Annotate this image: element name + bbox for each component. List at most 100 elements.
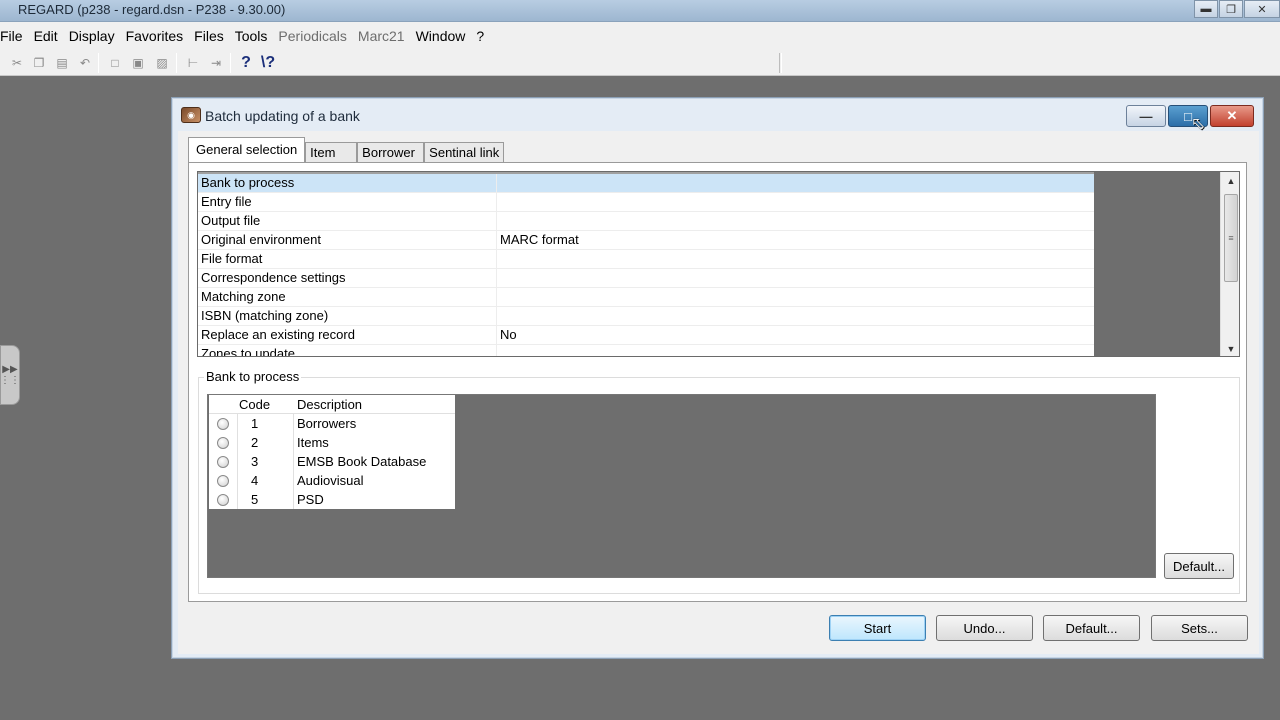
property-row[interactable]: Entry file — [198, 193, 1094, 212]
scroll-down-icon[interactable]: ▼ — [1221, 340, 1239, 356]
tab-item[interactable]: Item — [305, 142, 358, 162]
minimize-icon: ▬ — [1200, 3, 1212, 15]
tab-borrower[interactable]: Borrower — [357, 142, 425, 162]
row-code: 5 — [251, 492, 259, 507]
minimize-icon: — — [1139, 108, 1153, 124]
expand-icon: ▶▶ — [2, 364, 18, 375]
menu-display[interactable]: Display — [69, 28, 121, 44]
context-help-icon[interactable]: \? — [259, 54, 277, 72]
property-grid-scrollbar[interactable]: ▲ ≡ ▼ — [1220, 172, 1239, 356]
menu-file[interactable]: File — [0, 28, 29, 44]
tab-general-selection[interactable]: General selection — [188, 137, 306, 162]
undo-button[interactable]: Undo... — [936, 615, 1033, 641]
property-key: Entry file — [201, 194, 252, 209]
table-row[interactable]: 3 EMSB Book Database — [209, 452, 455, 471]
property-row[interactable]: Zones to update — [198, 345, 1094, 356]
tree-icon[interactable]: ⊢ — [184, 54, 202, 72]
menu-help[interactable]: ? — [476, 28, 490, 44]
menu-window[interactable]: Window — [416, 28, 472, 44]
menu-tools[interactable]: Tools — [235, 28, 274, 44]
property-grid: Bank to process Entry file Output file O… — [197, 171, 1240, 357]
property-row[interactable]: Bank to process — [198, 174, 1094, 193]
restore-icon: ❐ — [1226, 3, 1236, 16]
close-icon: ✕ — [1226, 108, 1238, 123]
dialog-title: Batch updating of a bank — [205, 108, 360, 124]
menu-bar: File Edit Display Favorites Files Tools … — [0, 22, 1280, 50]
tab-sentinal-link[interactable]: Sentinal link — [424, 142, 505, 162]
row-radio[interactable] — [217, 475, 229, 487]
app-restore-button[interactable]: ❐ — [1219, 0, 1243, 18]
property-row[interactable]: ISBN (matching zone) — [198, 307, 1094, 326]
row-radio[interactable] — [217, 456, 229, 468]
select-icon[interactable]: □ — [106, 54, 124, 72]
row-description: Borrowers — [297, 416, 357, 431]
property-row[interactable]: File format — [198, 250, 1094, 269]
row-code: 2 — [251, 435, 259, 450]
property-row[interactable]: Output file — [198, 212, 1094, 231]
app-minimize-button[interactable]: ▬ — [1194, 0, 1218, 18]
table-row[interactable]: 4 Audiovisual — [209, 471, 455, 490]
scroll-thumb[interactable]: ≡ — [1224, 194, 1238, 282]
column-divider — [496, 174, 497, 193]
app-title: REGARD (p238 - regard.dsn - P238 - 9.30.… — [18, 2, 286, 17]
general-selection-panel: Bank to process Entry file Output file O… — [188, 162, 1247, 602]
toolbar: ✂ ❐ ▤ ↶ □ ▣ ▨ ⊢ ⇥ ? \? — [0, 50, 1280, 76]
column-header-description[interactable]: Description — [297, 397, 362, 412]
column-header-code[interactable]: Code — [239, 397, 270, 412]
clipboard-icon[interactable]: ▨ — [153, 54, 171, 72]
row-radio[interactable] — [217, 494, 229, 506]
keypad-icon: ⋮⋮ — [0, 375, 20, 386]
tab-strip: General selection Item Borrower Sentinal… — [188, 137, 505, 162]
column-divider — [496, 269, 497, 288]
row-code: 4 — [251, 473, 259, 488]
property-key: Replace an existing record — [201, 327, 355, 342]
row-code: 3 — [251, 454, 259, 469]
paste-icon[interactable]: ▤ — [53, 54, 71, 72]
row-description: PSD — [297, 492, 324, 507]
toolbar-grip[interactable] — [779, 53, 782, 73]
side-dock-handle[interactable]: ▶▶ ⋮⋮ — [0, 345, 20, 405]
table-row[interactable]: 2 Items — [209, 433, 455, 452]
property-row[interactable]: Replace an existing record No — [198, 326, 1094, 345]
table-row[interactable]: 5 PSD — [209, 490, 455, 509]
property-key: File format — [201, 251, 263, 266]
table-row[interactable]: 1 Borrowers — [209, 414, 455, 433]
help-icon[interactable]: ? — [237, 54, 255, 72]
group-label: Bank to process — [204, 369, 302, 384]
column-divider — [496, 231, 497, 250]
copy-icon[interactable]: ❐ — [30, 54, 48, 72]
menu-periodicals[interactable]: Periodicals — [278, 28, 352, 44]
toolbar-separator — [230, 53, 231, 73]
batch-update-dialog: ◉ Batch updating of a bank — □ ✕ ⬁ Gener… — [171, 97, 1264, 659]
menu-files[interactable]: Files — [194, 28, 230, 44]
row-description: EMSB Book Database — [297, 454, 427, 469]
property-key: Output file — [201, 213, 261, 228]
close-icon: ✕ — [1257, 3, 1267, 16]
app-close-button[interactable]: ✕ — [1244, 0, 1280, 18]
property-key: Bank to process — [201, 175, 295, 190]
property-row[interactable]: Original environment MARC format — [198, 231, 1094, 250]
dialog-close-button[interactable]: ✕ — [1210, 105, 1254, 127]
dialog-title-bar[interactable]: ◉ Batch updating of a bank — □ ✕ ⬁ — [172, 98, 1263, 133]
menu-favorites[interactable]: Favorites — [126, 28, 190, 44]
menu-marc21[interactable]: Marc21 — [358, 28, 411, 44]
bank-to-process-group: Bank to process Code Description 1 Borro… — [198, 369, 1240, 594]
property-row[interactable]: Matching zone — [198, 288, 1094, 307]
dialog-minimize-button[interactable]: — — [1126, 105, 1166, 127]
indent-icon[interactable]: ⇥ — [207, 54, 225, 72]
cut-icon[interactable]: ✂ — [8, 54, 26, 72]
property-key: Original environment — [201, 232, 321, 247]
row-radio[interactable] — [217, 418, 229, 430]
group-default-button[interactable]: Default... — [1164, 553, 1234, 579]
undo-icon[interactable]: ↶ — [76, 54, 94, 72]
bank-table: Code Description 1 Borrowers 2 Items 3 E… — [209, 395, 455, 509]
property-row[interactable]: Correspondence settings — [198, 269, 1094, 288]
row-radio[interactable] — [217, 437, 229, 449]
default-button[interactable]: Default... — [1043, 615, 1140, 641]
column-divider — [496, 212, 497, 231]
menu-edit[interactable]: Edit — [34, 28, 64, 44]
book-icon[interactable]: ▣ — [129, 54, 147, 72]
sets-button[interactable]: Sets... — [1151, 615, 1248, 641]
scroll-up-icon[interactable]: ▲ — [1221, 172, 1239, 189]
start-button[interactable]: Start — [829, 615, 926, 641]
